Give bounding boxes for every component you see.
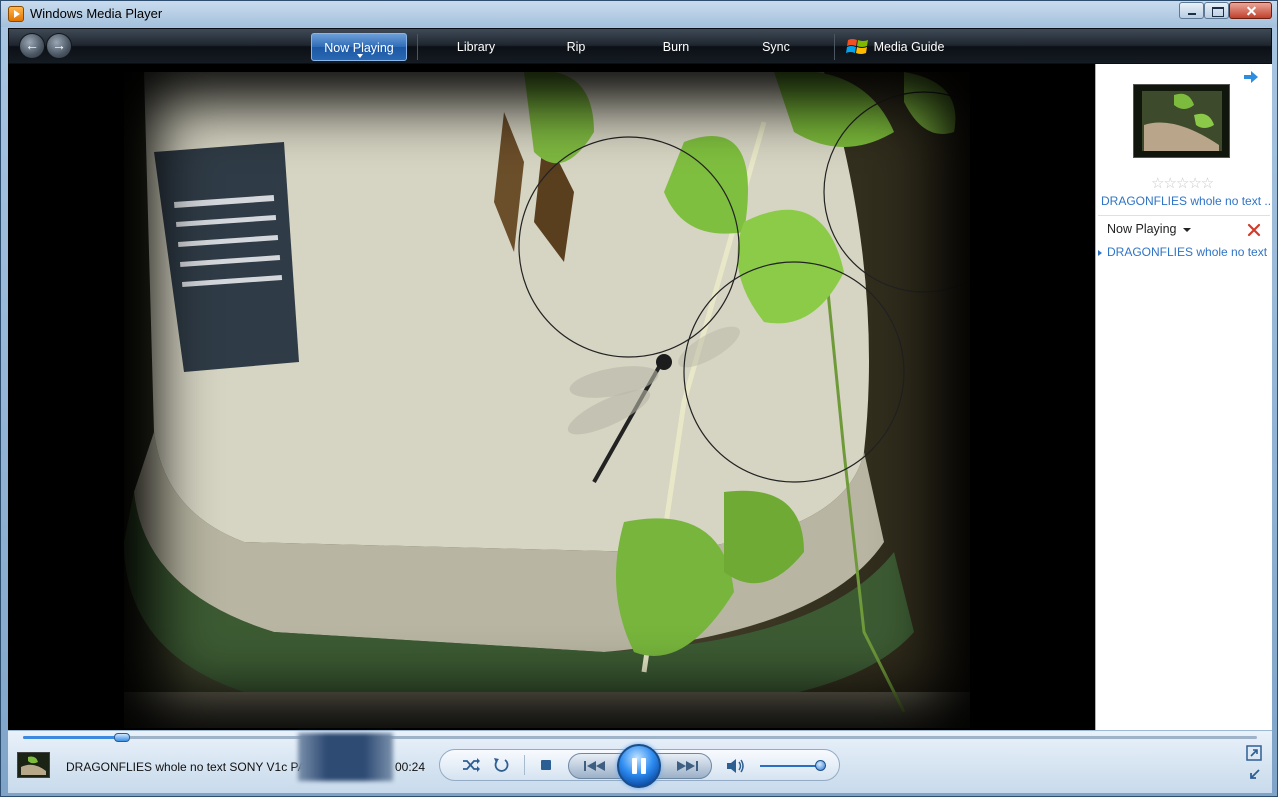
navigation-bar: ← → Now Playing Library Rip Burn Sync Me… xyxy=(8,28,1272,64)
thumbnail-image xyxy=(18,753,49,777)
forward-arrow-icon: → xyxy=(52,37,66,53)
list-item-label: DRAGONFLIES whole no text ... xyxy=(1107,245,1270,259)
clear-list-icon[interactable] xyxy=(1247,223,1261,237)
shuffle-icon[interactable] xyxy=(460,755,482,775)
elapsed-time: 00:24 xyxy=(395,760,426,774)
forward-button[interactable]: → xyxy=(46,33,72,59)
next-icon[interactable] xyxy=(670,756,702,776)
album-art-image xyxy=(1134,85,1229,157)
stop-button[interactable] xyxy=(538,757,554,773)
back-arrow-icon: ← xyxy=(25,37,39,53)
volume-level xyxy=(760,765,821,767)
switch-to-skin-icon[interactable] xyxy=(1246,745,1262,761)
nav-separator xyxy=(834,34,835,60)
minimize-button[interactable] xyxy=(1179,2,1204,19)
control-separator xyxy=(524,755,525,775)
chevron-down-icon[interactable] xyxy=(1183,228,1191,232)
current-track-title[interactable]: DRAGONFLIES whole no text ... xyxy=(1101,194,1271,208)
star-rating[interactable]: ☆☆☆☆☆ xyxy=(1151,174,1214,192)
wmp-window: Windows Media Player ← → Now Playing Lib… xyxy=(0,0,1278,797)
play-pause-button[interactable] xyxy=(617,744,661,788)
previous-icon[interactable] xyxy=(580,756,612,776)
tab-now-playing-label: Now Playing xyxy=(324,41,394,55)
album-art[interactable] xyxy=(1133,84,1230,158)
video-display[interactable] xyxy=(8,64,1095,730)
video-scene-dragonfly xyxy=(124,72,970,728)
tab-sync[interactable]: Sync xyxy=(731,33,821,61)
playlist-header: Now Playing xyxy=(1096,218,1273,240)
volume-handle[interactable] xyxy=(814,760,826,771)
volume-slider[interactable] xyxy=(760,760,826,771)
chevron-down-icon[interactable] xyxy=(357,54,363,58)
tab-library[interactable]: Library xyxy=(431,33,521,61)
obscured-region xyxy=(298,733,393,781)
now-playing-marker-icon xyxy=(1098,249,1102,256)
nav-separator xyxy=(417,34,418,60)
repeat-icon[interactable] xyxy=(490,755,512,775)
seek-handle[interactable] xyxy=(113,733,130,742)
maximize-button[interactable] xyxy=(1204,2,1229,19)
playlist-menu-label[interactable]: Now Playing xyxy=(1107,222,1176,236)
list-pane: ☆☆☆☆☆ DRAGONFLIES whole no text ... Now … xyxy=(1095,64,1272,730)
tab-media-guide[interactable]: Media Guide xyxy=(839,33,979,61)
close-button[interactable] xyxy=(1229,2,1272,19)
tab-now-playing[interactable]: Now Playing xyxy=(311,33,407,61)
switch-to-compact-icon[interactable] xyxy=(1246,767,1262,783)
tab-rip[interactable]: Rip xyxy=(531,33,621,61)
stop-icon xyxy=(541,760,551,770)
seek-bar[interactable] xyxy=(23,733,1257,742)
list-item[interactable]: DRAGONFLIES whole no text ... xyxy=(1098,245,1270,259)
pane-divider xyxy=(1098,215,1270,216)
now-playing-title: DRAGONFLIES whole no text SONY V1c PART1 xyxy=(66,760,329,774)
expand-arrow-icon[interactable] xyxy=(1243,70,1259,84)
mini-track-thumbnail[interactable] xyxy=(17,752,50,778)
window-title: Windows Media Player xyxy=(30,6,163,21)
playback-controls: DRAGONFLIES whole no text SONY V1c PART1… xyxy=(8,730,1272,793)
back-button[interactable]: ← xyxy=(19,33,45,59)
tab-burn[interactable]: Burn xyxy=(631,33,721,61)
volume-speaker-icon[interactable] xyxy=(724,756,746,776)
video-frame xyxy=(124,72,970,728)
title-bar[interactable]: Windows Media Player xyxy=(1,1,1277,27)
seek-progress xyxy=(23,736,122,739)
media-player-app-icon xyxy=(8,6,24,22)
